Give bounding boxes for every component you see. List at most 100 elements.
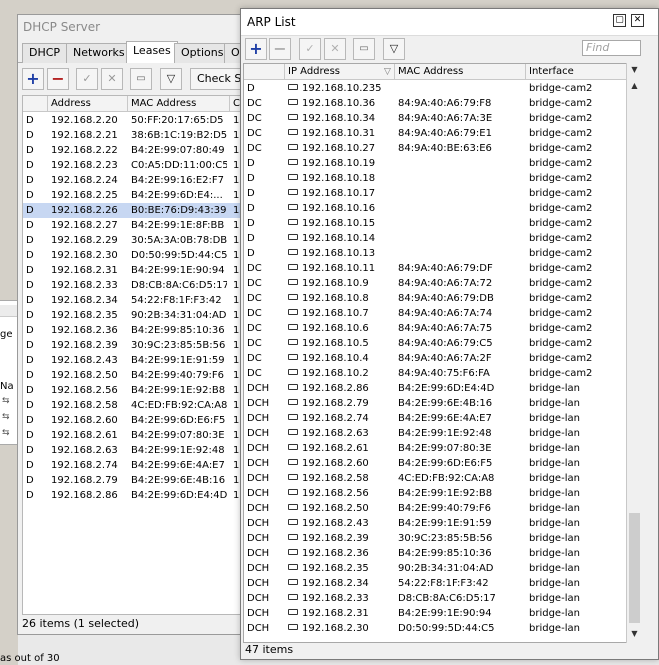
table-row[interactable]: DCH 192.168.2.58 4C:ED:FB:92:CA:A8 bridge-l… xyxy=(244,471,627,486)
ip-cell: 192.168.10.19 xyxy=(288,156,394,171)
table-row[interactable]: DCH 192.168.2.60 B4:2E:99:6D:E6:F5 bridge-l… xyxy=(244,456,627,471)
remove-icon[interactable]: − xyxy=(269,38,291,60)
table-row[interactable]: DCH 192.168.2.36 B4:2E:99:85:10:36 bridge-l… xyxy=(244,546,627,561)
table-row[interactable]: D 192.168.10.235 bridge-cam2 xyxy=(244,81,627,96)
table-row[interactable]: DCH 192.168.2.35 90:2B:34:31:04:AD bridge-l… xyxy=(244,561,627,576)
table-row[interactable]: DCH 192.168.2.86 B4:2E:99:6D:E4:4D bridge-l… xyxy=(244,381,627,396)
flags-cell: D xyxy=(26,400,34,411)
table-row[interactable]: DCH 192.168.2.79 B4:2E:99:6E:4B:16 bridge-l… xyxy=(244,396,627,411)
table-row[interactable]: DC 192.168.10.4 84:9A:40:A6:7A:2F bridge-ca… xyxy=(244,351,627,366)
table-row[interactable]: D 192.168.2.22 B4:2E:99:07:80:49 1 xyxy=(23,143,267,158)
table-row[interactable]: D 192.168.2.21 38:6B:1C:19:B2:D5 1 xyxy=(23,128,267,143)
table-row[interactable]: DCH 192.168.2.30 D0:50:99:5D:44:C5 bridge-l… xyxy=(244,621,627,636)
table-row[interactable]: D 192.168.2.29 30:5A:3A:0B:78:DB 1 xyxy=(23,233,267,248)
table-row[interactable]: DC 192.168.10.5 84:9A:40:A6:79:C5 bridge-ca… xyxy=(244,336,627,351)
scrollbar-thumb[interactable] xyxy=(629,513,640,623)
leases-table[interactable]: Address MAC Address C D 192.168.2.20 50:FF… xyxy=(22,95,268,615)
table-row[interactable]: DC 192.168.10.34 84:9A:40:A6:7A:3E bridge-c… xyxy=(244,111,627,126)
dhcp-server-window[interactable]: DHCP Server DHCP Networks Leases Options… xyxy=(17,14,268,635)
table-row[interactable]: D 192.168.2.74 B4:2E:99:6E:4A:E7 1 xyxy=(23,458,267,473)
table-row[interactable]: DC 192.168.10.6 84:9A:40:A6:7A:75 bridge-ca… xyxy=(244,321,627,336)
table-row[interactable]: D 192.168.2.86 B4:2E:99:6D:E4:4D 1 xyxy=(23,488,267,503)
table-row[interactable]: DCH 192.168.2.31 B4:2E:99:1E:90:94 bridge-l… xyxy=(244,606,627,621)
disable-x-icon[interactable]: ✕ xyxy=(324,38,346,60)
table-row[interactable]: DCH 192.168.2.63 B4:2E:99:1E:92:48 bridge-l… xyxy=(244,426,627,441)
table-row[interactable]: D 192.168.2.33 D8:CB:8A:C6:D5:17 1 xyxy=(23,278,267,293)
column-menu-icon[interactable]: ▼ xyxy=(627,63,642,77)
column-header-mac-address[interactable]: MAC Address xyxy=(398,64,524,80)
table-row[interactable]: D 192.168.2.24 B4:2E:99:16:E2:F7 1 xyxy=(23,173,267,188)
table-row[interactable]: D 192.168.2.43 B4:2E:99:1E:91:59 1 xyxy=(23,353,267,368)
table-row[interactable]: D 192.168.2.26 B0:BE:76:D9:43:39 1 xyxy=(23,203,267,218)
table-row[interactable]: D 192.168.10.19 bridge-cam2 xyxy=(244,156,627,171)
table-row[interactable]: DC 192.168.10.31 84:9A:40:A6:79:E1 bridge-c… xyxy=(244,126,627,141)
table-row[interactable]: D 192.168.2.50 B4:2E:99:40:79:F6 1 xyxy=(23,368,267,383)
tab-options[interactable]: Options xyxy=(174,43,231,63)
enable-check-icon[interactable]: ✓ xyxy=(299,38,321,60)
arp-table[interactable]: IP Address ▽ MAC Address Interface D 192.… xyxy=(243,63,642,643)
table-row[interactable]: D 192.168.2.60 B4:2E:99:6D:E6:F5 1 xyxy=(23,413,267,428)
column-header-interface[interactable]: Interface xyxy=(529,64,629,80)
table-row[interactable]: D 192.168.10.16 bridge-cam2 xyxy=(244,201,627,216)
table-row[interactable]: D 192.168.2.35 90:2B:34:31:04:AD 1 xyxy=(23,308,267,323)
table-row[interactable]: D 192.168.2.25 B4:2E:99:6D:E4:... 1 xyxy=(23,188,267,203)
table-row[interactable]: DC 192.168.10.7 84:9A:40:A6:7A:74 bridge-ca… xyxy=(244,306,627,321)
arp-list-window[interactable]: ARP List ▢ ✕ + − ✓ ✕ ▭ ▽ Find IP Address… xyxy=(240,8,659,660)
filter-icon[interactable]: ▽ xyxy=(160,68,182,90)
comment-icon[interactable]: ▭ xyxy=(353,38,375,60)
table-row[interactable]: D 192.168.10.17 bridge-cam2 xyxy=(244,186,627,201)
disable-x-icon[interactable]: ✕ xyxy=(101,68,123,90)
vertical-scrollbar[interactable]: ▼ ▲ ▼ xyxy=(626,63,642,643)
table-row[interactable]: D 192.168.10.13 bridge-cam2 xyxy=(244,246,627,261)
table-row[interactable]: DCH 192.168.2.33 D8:CB:8A:C6:D5:17 bridge-l… xyxy=(244,591,627,606)
interface-cell: bridge-lan xyxy=(529,548,580,559)
table-row[interactable]: DC 192.168.10.9 84:9A:40:A6:7A:72 bridge-ca… xyxy=(244,276,627,291)
table-row[interactable]: DCH 192.168.2.43 B4:2E:99:1E:91:59 bridge-l… xyxy=(244,516,627,531)
table-row[interactable]: D 192.168.2.36 B4:2E:99:85:10:36 1 xyxy=(23,323,267,338)
add-icon[interactable]: + xyxy=(245,38,267,60)
table-row[interactable]: DCH 192.168.2.39 30:9C:23:85:5B:56 bridge-l… xyxy=(244,531,627,546)
enable-check-icon[interactable]: ✓ xyxy=(76,68,98,90)
flags-cell: DCH xyxy=(247,548,270,559)
tab-leases[interactable]: Leases xyxy=(126,41,178,63)
table-row[interactable]: DCH 192.168.2.56 B4:2E:99:1E:92:B8 bridge-l… xyxy=(244,486,627,501)
column-header-ip-address[interactable]: IP Address xyxy=(288,64,388,80)
find-input[interactable]: Find xyxy=(582,40,641,56)
column-header-mac[interactable]: MAC Address xyxy=(131,96,227,112)
table-row[interactable]: D 192.168.2.56 B4:2E:99:1E:92:B8 1 xyxy=(23,383,267,398)
table-row[interactable]: D 192.168.2.63 B4:2E:99:1E:92:48 1 xyxy=(23,443,267,458)
close-icon[interactable]: ✕ xyxy=(631,14,644,27)
table-row[interactable]: DC 192.168.10.8 84:9A:40:A6:79:DB bridge-ca… xyxy=(244,291,627,306)
table-row[interactable]: D 192.168.10.14 bridge-cam2 xyxy=(244,231,627,246)
remove-icon[interactable]: − xyxy=(47,68,69,90)
table-row[interactable]: D 192.168.10.18 bridge-cam2 xyxy=(244,171,627,186)
tab-networks[interactable]: Networks xyxy=(66,43,132,63)
table-row[interactable]: DC 192.168.10.11 84:9A:40:A6:79:DF bridge-c… xyxy=(244,261,627,276)
scroll-down-icon[interactable]: ▼ xyxy=(627,627,642,641)
table-row[interactable]: D 192.168.2.30 D0:50:99:5D:44:C5 1 xyxy=(23,248,267,263)
restore-icon[interactable]: ▢ xyxy=(613,14,626,27)
table-row[interactable]: D 192.168.2.23 C0:A5:DD:11:00:C5 1 xyxy=(23,158,267,173)
add-icon[interactable]: + xyxy=(22,68,44,90)
table-row[interactable]: D 192.168.2.39 30:9C:23:85:5B:56 1 xyxy=(23,338,267,353)
table-row[interactable]: DCH 192.168.2.50 B4:2E:99:40:79:F6 bridge-l… xyxy=(244,501,627,516)
column-header-address[interactable]: Address xyxy=(51,96,129,112)
filter-icon[interactable]: ▽ xyxy=(383,38,405,60)
table-row[interactable]: DC 192.168.10.27 84:9A:40:BE:63:E6 bridge-c… xyxy=(244,141,627,156)
table-row[interactable]: DCH 192.168.2.74 B4:2E:99:6E:4A:E7 bridge-l… xyxy=(244,411,627,426)
table-row[interactable]: D 192.168.2.58 4C:ED:FB:92:CA:A8 1 xyxy=(23,398,267,413)
comment-icon[interactable]: ▭ xyxy=(130,68,152,90)
table-row[interactable]: D 192.168.10.15 bridge-cam2 xyxy=(244,216,627,231)
table-row[interactable]: DC 192.168.10.36 84:9A:40:A6:79:F8 bridge-c… xyxy=(244,96,627,111)
table-row[interactable]: DCH 192.168.2.61 B4:2E:99:07:80:3E bridge-l… xyxy=(244,441,627,456)
table-row[interactable]: D 192.168.2.31 B4:2E:99:1E:90:94 1 xyxy=(23,263,267,278)
table-row[interactable]: D 192.168.2.79 B4:2E:99:6E:4B:16 1 xyxy=(23,473,267,488)
table-row[interactable]: DC 192.168.10.2 84:9A:40:75:F6:FA bridge-ca… xyxy=(244,366,627,381)
table-row[interactable]: D 192.168.2.34 54:22:F8:1F:F3:42 1 xyxy=(23,293,267,308)
table-row[interactable]: D 192.168.2.20 50:FF:20:17:65:D5 1 xyxy=(23,113,267,128)
table-row[interactable]: DCH 192.168.2.34 54:22:F8:1F:F3:42 bridge-l… xyxy=(244,576,627,591)
scroll-up-icon[interactable]: ▲ xyxy=(627,79,642,93)
table-row[interactable]: D 192.168.2.61 B4:2E:99:07:80:3E 1 xyxy=(23,428,267,443)
tab-dhcp[interactable]: DHCP xyxy=(22,43,68,63)
table-row[interactable]: D 192.168.2.27 B4:2E:99:1E:8F:BB 1 xyxy=(23,218,267,233)
